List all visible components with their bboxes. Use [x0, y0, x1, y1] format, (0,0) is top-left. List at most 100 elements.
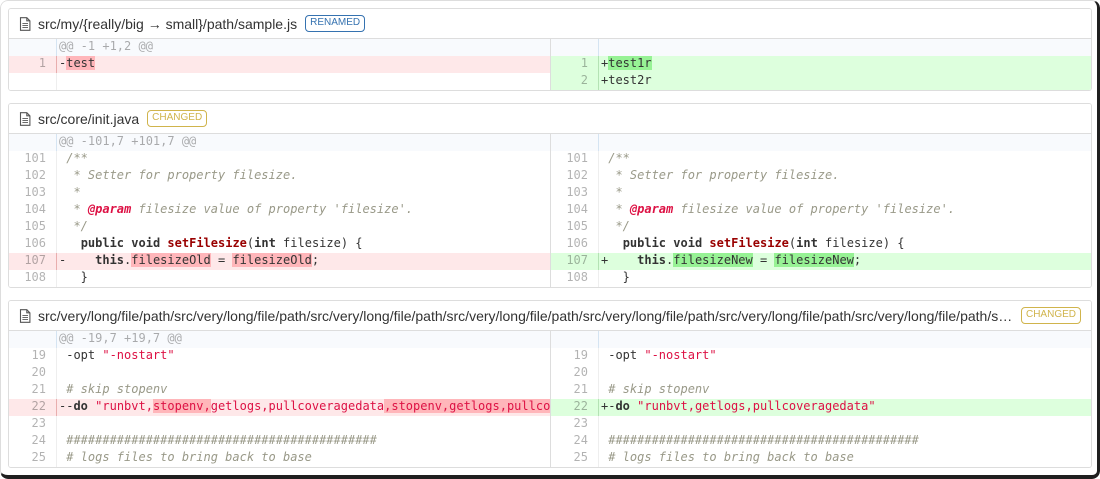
diff-row: 104 * @param filesize value of property … [9, 202, 550, 219]
line-number: 1 [9, 56, 57, 73]
code-line: --do "runbvt,stopenv,getlogs,pullcoverag… [57, 399, 550, 416]
diff-row: 102 * Setter for property filesize. [9, 168, 550, 185]
hunk-header-row [551, 331, 1091, 348]
diff-row: 103 * [9, 185, 550, 202]
code-line: + this.filesizeNew = filesizeNew; [599, 253, 1091, 270]
diff-row: 106 public void setFilesize(int filesize… [9, 236, 550, 253]
file-header: src/very/long/file/path/src/very/long/fi… [9, 301, 1091, 331]
hunk-header: @@ -1 +1,2 @@ [59, 39, 153, 53]
diff-row [9, 73, 550, 90]
line-number: 23 [551, 416, 599, 433]
file-status-badge: CHANGED [1020, 307, 1081, 324]
file-icon [19, 111, 31, 126]
diff-pane-right: 101 /** 102 * Setter for property filesiz… [550, 134, 1091, 287]
line-number: 22 [551, 399, 599, 416]
file-icon [19, 308, 31, 323]
hunk-header [599, 331, 1091, 348]
code-line: - this.filesizeOld = filesizeOld; [57, 253, 550, 270]
hunk-header: @@ -101,7 +101,7 @@ [59, 134, 197, 148]
diff-row: 107 + this.filesizeNew = filesizeNew; [551, 253, 1091, 270]
line-number: 105 [9, 219, 57, 236]
code-line: +test1r [599, 56, 1091, 73]
line-number [9, 134, 57, 151]
file-list: src/my/{really/big → small}/path/sample.… [8, 8, 1092, 468]
hunk-header [599, 134, 1091, 151]
file-icon [19, 16, 31, 31]
code-line [57, 73, 550, 90]
line-number: 107 [9, 253, 57, 270]
line-number: 21 [9, 382, 57, 399]
code-line: ########################################… [601, 433, 919, 447]
code-line: */ [59, 219, 88, 233]
hunk-header [599, 39, 1091, 56]
diff-table: @@ -19,7 +19,7 @@ 19 -opt "-nostart" 20 21 … [9, 331, 1091, 467]
code-line: # skip stopenv [601, 382, 710, 396]
file-header: src/core/init.java CHANGED [9, 104, 1091, 134]
code-line: * [601, 185, 623, 199]
diff-row: 20 [551, 365, 1091, 382]
diff-viewer: src/my/{really/big → small}/path/sample.… [0, 0, 1100, 479]
file-panel: src/very/long/file/path/src/very/long/fi… [8, 300, 1092, 468]
hunk-header-row: @@ -101,7 +101,7 @@ [9, 134, 550, 151]
code-line: +test2r [599, 73, 1091, 90]
code-line: /** [601, 151, 630, 165]
line-number: 104 [9, 202, 57, 219]
line-number: 105 [551, 219, 599, 236]
line-number [9, 39, 57, 56]
line-number: 103 [551, 185, 599, 202]
diff-row: 101 /** [9, 151, 550, 168]
line-number [551, 39, 599, 56]
line-number: 20 [551, 365, 599, 382]
code-line: * @param filesize value of property 'fil… [601, 202, 956, 216]
line-number: 101 [551, 151, 599, 168]
file-panel: src/core/init.java CHANGED @@ -101,7 +101,… [8, 103, 1092, 288]
code-line: * Setter for property filesize. [59, 168, 298, 182]
diff-row: 1 -test [9, 56, 550, 73]
diff-row: 1 +test1r [551, 56, 1091, 73]
code-line: * [59, 185, 81, 199]
code-line: # skip stopenv [59, 382, 168, 396]
diff-row: 101 /** [551, 151, 1091, 168]
line-number: 106 [551, 236, 599, 253]
line-number: 21 [551, 382, 599, 399]
code-line: /** [59, 151, 88, 165]
line-number: 25 [551, 450, 599, 467]
diff-table: @@ -1 +1,2 @@ 1 -test 1 +test1r 2 +test2r [9, 39, 1091, 90]
line-number: 22 [9, 399, 57, 416]
code-line: # logs files to bring back to base [601, 450, 854, 464]
line-number: 103 [9, 185, 57, 202]
diff-row: 22 +-do "runbvt,getlogs,pullcoveragedata" [551, 399, 1091, 416]
line-number: 25 [9, 450, 57, 467]
line-number: 104 [551, 202, 599, 219]
diff-row: 106 public void setFilesize(int filesize… [551, 236, 1091, 253]
code-line: * @param filesize value of property 'fil… [59, 202, 414, 216]
line-number [9, 73, 57, 90]
diff-row: 19 -opt "-nostart" [9, 348, 550, 365]
line-number: 20 [9, 365, 57, 382]
diff-pane-left: @@ -19,7 +19,7 @@ 19 -opt "-nostart" 20 21 … [9, 331, 550, 467]
code-line: -opt "-nostart" [601, 348, 717, 362]
diff-pane-right: 19 -opt "-nostart" 20 21 # skip stopenv 22 +… [550, 331, 1091, 467]
diff-row: 2 +test2r [551, 73, 1091, 90]
diff-row: 23 [9, 416, 550, 433]
diff-row: 20 [9, 365, 550, 382]
file-name: src/my/{really/big → small}/path/sample.… [38, 15, 298, 32]
diff-pane-right: 1 +test1r 2 +test2r [550, 39, 1091, 90]
hunk-header-row [551, 134, 1091, 151]
diff-row: 21 # skip stopenv [551, 382, 1091, 399]
diff-pane-left: @@ -1 +1,2 @@ 1 -test [9, 39, 550, 90]
code-line: public void setFilesize(int filesize) { [80, 236, 363, 250]
diff-row: 105 */ [9, 219, 550, 236]
line-number: 101 [9, 151, 57, 168]
diff-row: 19 -opt "-nostart" [551, 348, 1091, 365]
line-number: 107 [551, 253, 599, 270]
file-header: src/my/{really/big → small}/path/sample.… [9, 9, 1091, 39]
line-number [551, 331, 599, 348]
diff-row: 108 } [9, 270, 550, 287]
diff-row: 23 [551, 416, 1091, 433]
code-line: } [59, 270, 88, 284]
diff-row: 24 #####################################… [551, 433, 1091, 450]
line-number: 108 [9, 270, 57, 287]
